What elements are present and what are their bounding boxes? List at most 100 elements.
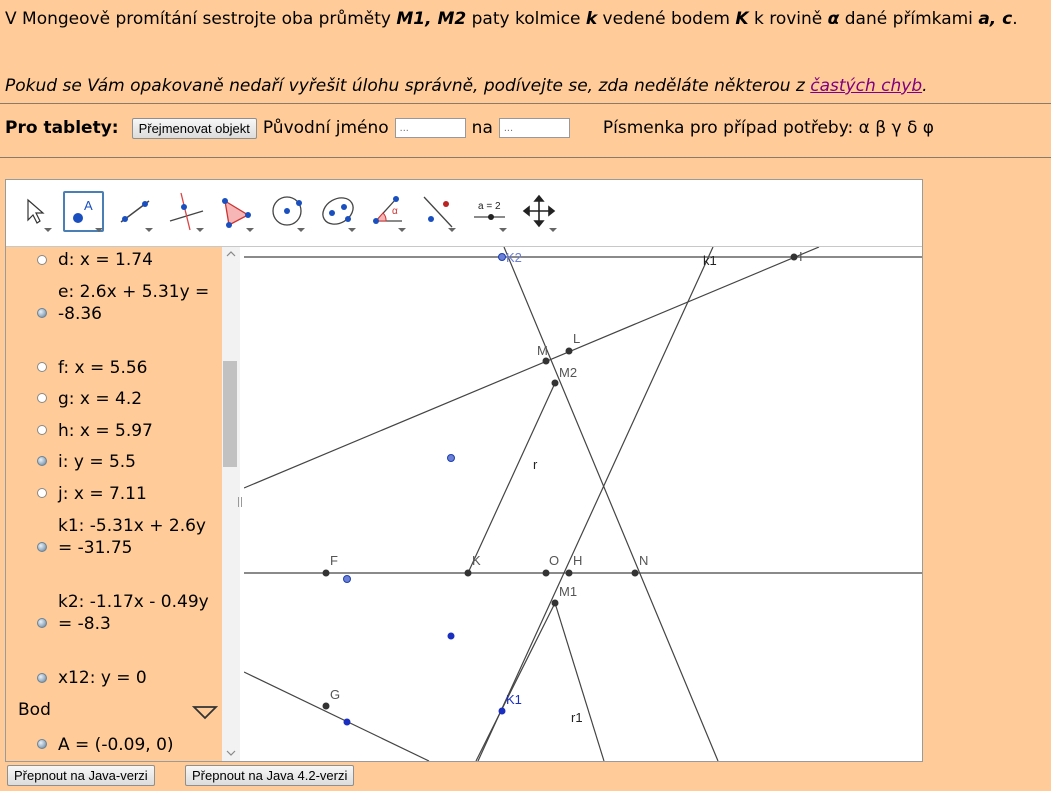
- label-k1: k1: [703, 253, 717, 268]
- line-e[interactable]: [244, 247, 820, 489]
- svg-text:α: α: [392, 206, 398, 217]
- point-k2[interactable]: [498, 253, 506, 261]
- algebra-item[interactable]: g: x = 4.2: [58, 388, 218, 410]
- label-m1: M1: [559, 584, 577, 599]
- visibility-toggle[interactable]: [37, 456, 47, 466]
- line-k2[interactable]: [503, 247, 719, 761]
- visibility-toggle[interactable]: [37, 308, 47, 318]
- label-h: H: [573, 553, 582, 568]
- label-k1-point: K1: [506, 692, 522, 707]
- point-h[interactable]: [565, 569, 573, 577]
- toolbar: A α a = 2: [6, 180, 922, 247]
- label-o: O: [549, 553, 559, 568]
- switch-java42-button[interactable]: Přepnout na Java 4.2-verzi: [185, 765, 355, 786]
- point-c1[interactable]: [343, 718, 351, 726]
- algebra-item[interactable]: h: x = 5.97: [58, 420, 218, 442]
- polygon-tool[interactable]: [216, 191, 257, 232]
- scroll-up-icon[interactable]: [226, 250, 236, 258]
- visibility-toggle[interactable]: [37, 618, 47, 628]
- rename-object-button[interactable]: Přejmenovat objekt: [131, 117, 257, 139]
- line-g[interactable]: [244, 671, 430, 761]
- algebra-item[interactable]: e: 2.6x + 5.31y = -8.36: [58, 281, 218, 325]
- section-header-bod: Bod: [18, 700, 51, 720]
- point-g[interactable]: [322, 702, 330, 710]
- angle-tool[interactable]: α: [368, 191, 409, 232]
- point-m[interactable]: [542, 357, 550, 365]
- circle-tool[interactable]: [267, 191, 308, 232]
- point-n[interactable]: [631, 569, 639, 577]
- point-tool[interactable]: A: [63, 191, 104, 232]
- visibility-toggle[interactable]: [37, 739, 47, 749]
- scroll-down-icon[interactable]: [226, 749, 236, 757]
- geogebra-applet: A α a = 2 d: x = 1.74 e: 2.6x + 5.31y = …: [5, 179, 923, 762]
- label-m2: M2: [559, 365, 577, 380]
- conic-tool[interactable]: [318, 191, 359, 232]
- divider: [0, 157, 1051, 158]
- visibility-toggle[interactable]: [37, 673, 47, 683]
- point-k1[interactable]: [498, 707, 506, 715]
- visibility-toggle[interactable]: [37, 393, 47, 403]
- point-m2[interactable]: [551, 379, 559, 387]
- label-m: M: [537, 343, 548, 358]
- label-k: K: [472, 553, 481, 568]
- label-r1: r1: [571, 710, 583, 725]
- label-g: G: [330, 687, 340, 702]
- line-tool[interactable]: [115, 191, 156, 232]
- tablet-tools: Pro tablety: Přejmenovat objekt Původní …: [5, 116, 934, 140]
- graphics-view[interactable]: K2 k1 I M L M2 r F K O H N M1 G K1 r1: [244, 247, 922, 761]
- new-name-label: na: [471, 118, 493, 138]
- label-l: L: [573, 331, 580, 346]
- algebra-item[interactable]: f: x = 5.56: [58, 357, 218, 379]
- line-r1[interactable]: [475, 602, 556, 761]
- line-k1[interactable]: [477, 247, 714, 761]
- algebra-view: d: x = 1.74 e: 2.6x + 5.31y = -8.36 f: x…: [6, 247, 222, 761]
- visibility-toggle[interactable]: [37, 362, 47, 372]
- hint-text: Pokud se Vám opakovaně nedaří vyřešit úl…: [5, 76, 928, 96]
- line-r[interactable]: [467, 382, 556, 574]
- point-l[interactable]: [565, 347, 573, 355]
- algebra-item[interactable]: i: y = 5.5: [58, 451, 218, 473]
- divider: [0, 103, 1051, 104]
- move-view-tool[interactable]: [519, 191, 560, 232]
- visibility-toggle[interactable]: [37, 542, 47, 552]
- m-names: M1, M2: [396, 9, 467, 29]
- task-text: V Mongeově promítání sestrojte oba průmě…: [5, 9, 1018, 29]
- move-tool[interactable]: [14, 191, 55, 232]
- label-f: F: [330, 553, 338, 568]
- original-name-label: Původní jméno: [262, 118, 389, 138]
- visibility-toggle[interactable]: [37, 488, 47, 498]
- greek-letters: Písmenka pro případ potřeby: α β γ δ φ: [602, 118, 935, 138]
- visibility-toggle[interactable]: [37, 425, 47, 435]
- scrollbar-thumb[interactable]: [223, 361, 237, 467]
- algebra-item[interactable]: x12: y = 0: [58, 667, 218, 689]
- perpendicular-line-tool[interactable]: [166, 191, 207, 232]
- point-m1[interactable]: [551, 599, 559, 607]
- line-r1-extension[interactable]: [554, 602, 605, 761]
- algebra-item[interactable]: j: x = 7.11: [58, 483, 218, 505]
- point-b1[interactable]: [447, 632, 455, 640]
- tablet-label: Pro tablety:: [5, 118, 119, 138]
- point-k[interactable]: [464, 569, 472, 577]
- algebra-item[interactable]: k1: -5.31x + 2.6y = -31.75: [58, 515, 218, 559]
- visibility-toggle[interactable]: [37, 255, 47, 265]
- reflect-tool[interactable]: [418, 191, 459, 232]
- point-a2[interactable]: [447, 454, 455, 462]
- slider-tool[interactable]: a = 2: [469, 191, 510, 232]
- label-i: I: [799, 249, 803, 264]
- switch-java-button[interactable]: Přepnout na Java-verzi: [7, 765, 155, 786]
- point-f[interactable]: [322, 569, 330, 577]
- algebra-item[interactable]: A = (-0.09, 0): [58, 734, 222, 756]
- svg-text:A: A: [84, 198, 93, 213]
- point-i[interactable]: [790, 253, 798, 261]
- algebra-item[interactable]: k2: -1.17x - 0.49y = -8.3: [58, 591, 218, 635]
- point-o[interactable]: [542, 569, 550, 577]
- slider-label: a = 2: [478, 201, 501, 212]
- label-n: N: [639, 553, 648, 568]
- new-name-input[interactable]: [498, 118, 570, 138]
- splitter-handle[interactable]: [238, 497, 242, 507]
- common-errors-link[interactable]: častých chyb: [810, 76, 922, 96]
- algebra-item[interactable]: d: x = 1.74: [58, 249, 218, 271]
- collapse-arrow-icon[interactable]: [192, 705, 218, 721]
- point-a[interactable]: [343, 575, 351, 583]
- original-name-input[interactable]: [394, 118, 466, 138]
